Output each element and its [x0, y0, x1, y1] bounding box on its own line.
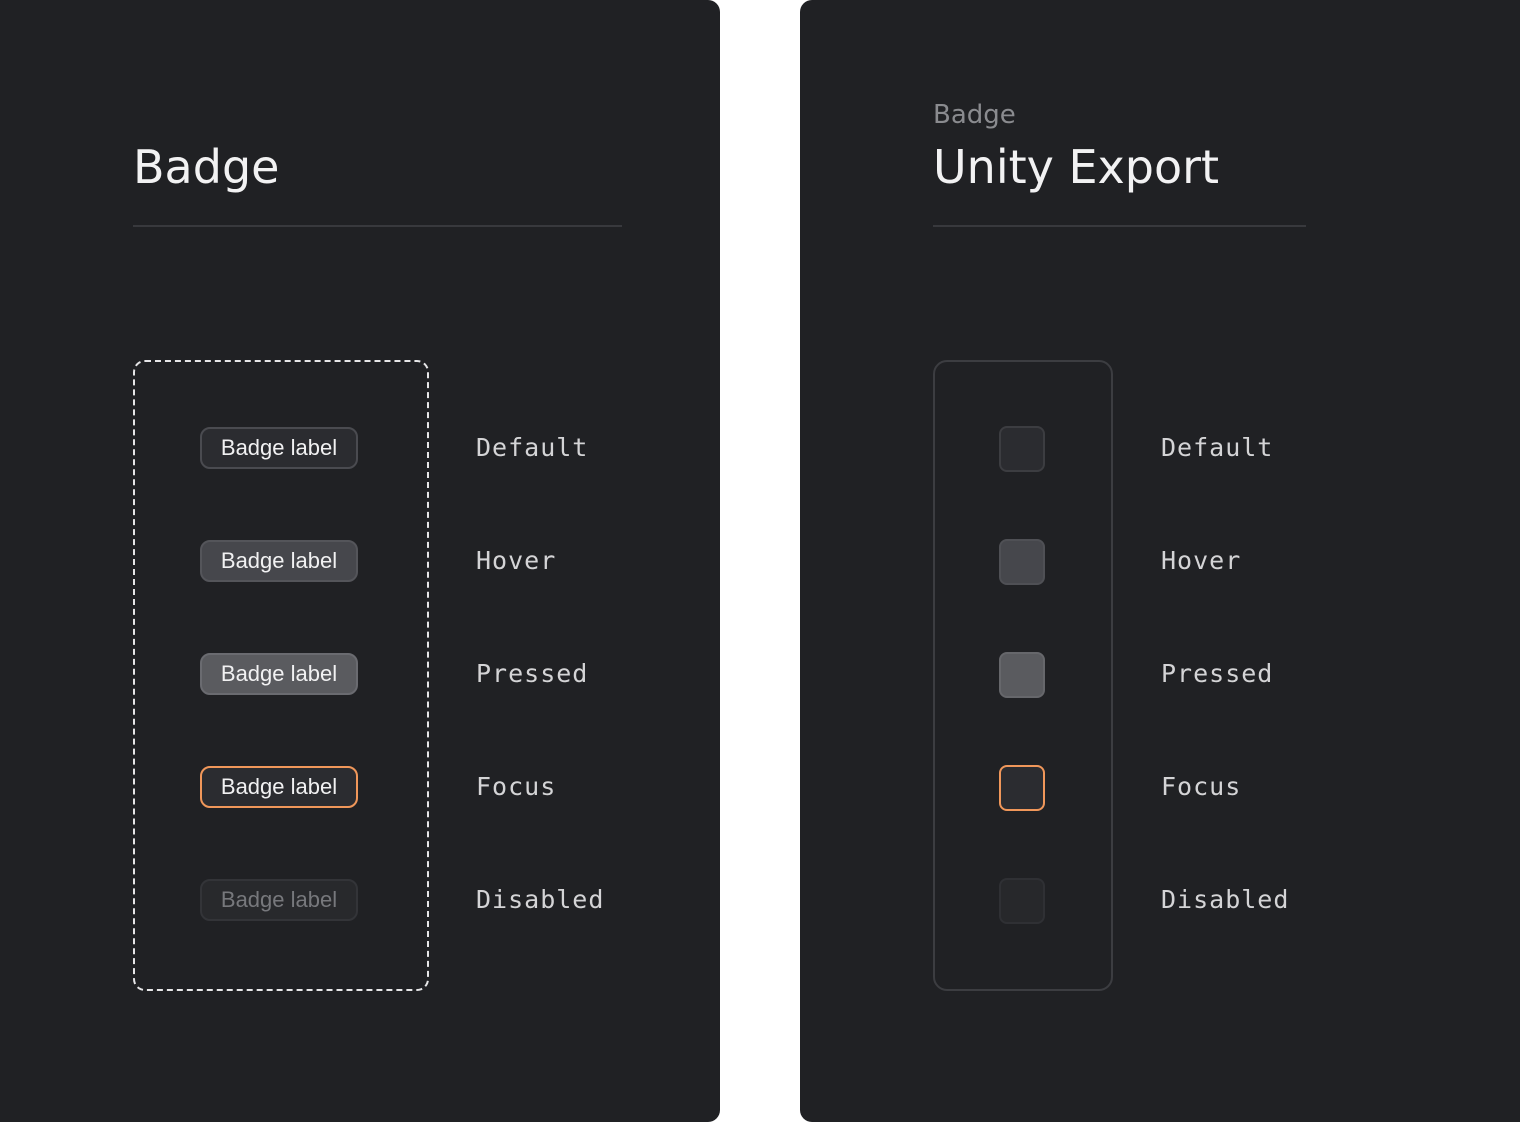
panel-eyebrow: Badge: [933, 100, 1016, 130]
state-label-focus: Focus: [476, 772, 557, 801]
state-label-disabled: Disabled: [476, 885, 605, 914]
state-label-disabled: Disabled: [1161, 885, 1290, 914]
badge-hover[interactable]: Badge label: [200, 540, 358, 582]
state-label-default: Default: [1161, 433, 1274, 462]
swatch-default[interactable]: [999, 426, 1045, 472]
title-divider: [133, 225, 622, 227]
state-label-pressed: Pressed: [1161, 659, 1274, 688]
unity-export-panel: Badge Unity Export Default Hover Pressed…: [800, 0, 1520, 1122]
badge-pressed[interactable]: Badge label: [200, 653, 358, 695]
panel-title: Unity Export: [933, 140, 1220, 194]
swatch-hover[interactable]: [999, 539, 1045, 585]
state-label-default: Default: [476, 433, 589, 462]
badge-disabled: Badge label: [200, 879, 358, 921]
state-label-hover: Hover: [1161, 546, 1242, 575]
swatch-pressed[interactable]: [999, 652, 1045, 698]
panel-title: Badge: [133, 140, 280, 194]
state-label-hover: Hover: [476, 546, 557, 575]
state-label-focus: Focus: [1161, 772, 1242, 801]
swatch-focus[interactable]: [999, 765, 1045, 811]
badge-spec-panel: Badge Badge label Badge label Badge labe…: [0, 0, 720, 1122]
title-divider: [933, 225, 1306, 227]
state-label-pressed: Pressed: [476, 659, 589, 688]
badge-default[interactable]: Badge label: [200, 427, 358, 469]
swatch-disabled: [999, 878, 1045, 924]
badge-focus[interactable]: Badge label: [200, 766, 358, 808]
